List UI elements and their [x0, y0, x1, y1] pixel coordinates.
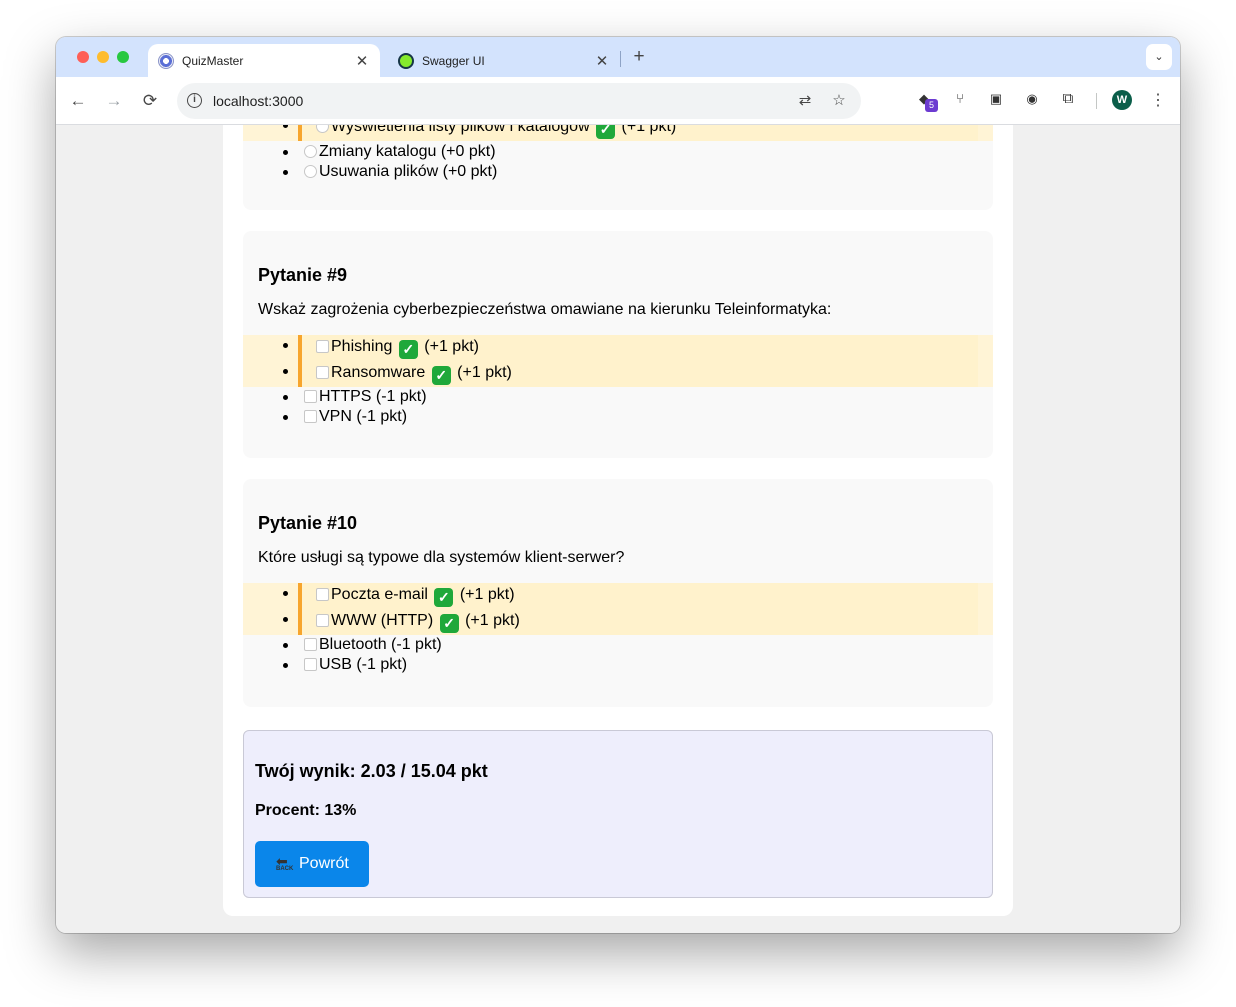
tab-title: QuizMaster	[182, 53, 244, 68]
score-text: Twój wynik: 2.03 / 15.04 pkt	[255, 761, 488, 781]
answer-text: Zmiany katalogu (+0 pkt)	[319, 143, 496, 160]
answer-item: WWW (HTTP) ✓ (+1 pkt)	[243, 609, 993, 635]
answer-item: Poczta e-mail ✓ (+1 pkt)	[243, 583, 993, 609]
tab-search-icon[interactable]: ⌄	[1146, 44, 1172, 70]
question-card-10: Pytanie #10 Które usługi są typowe dla s…	[243, 479, 993, 707]
reload-icon[interactable]: ⟳	[138, 89, 162, 113]
answer-points: (+1 pkt)	[621, 125, 677, 135]
question-title: Pytanie #9	[258, 265, 348, 285]
answer-text: Wyświetlenia listy plików i katalogów	[331, 125, 590, 135]
forward-icon[interactable]: →	[102, 89, 126, 113]
address-bar[interactable]: i localhost:3000 ⇄ ☆	[177, 83, 861, 119]
tab-divider	[620, 51, 621, 67]
answer-text: Poczta e-mail	[331, 586, 428, 603]
extensions-puzzle-icon[interactable]: ⧉	[1058, 89, 1078, 109]
answer-item: Bluetooth (-1 pkt)	[243, 635, 993, 655]
answer-checkbox[interactable]	[316, 366, 329, 379]
url-text[interactable]: localhost:3000	[213, 93, 303, 109]
menu-icon[interactable]: ⋮	[1148, 89, 1168, 113]
answer-item: VPN (-1 pkt)	[243, 407, 993, 427]
page-viewport: Wyświetlenia listy plików i katalogów ✓ …	[56, 125, 1180, 933]
minimize-window-button[interactable]	[97, 51, 109, 63]
extension-square-icon[interactable]: ▣	[986, 89, 1006, 109]
answer-radio[interactable]	[304, 145, 317, 158]
bookmark-star-icon[interactable]: ☆	[829, 91, 849, 111]
answer-points: (+1 pkt)	[459, 586, 515, 603]
ublock-shield-icon[interactable]	[878, 89, 898, 109]
back-icon[interactable]: ←	[66, 89, 90, 113]
check-icon: ✓	[596, 125, 616, 139]
quiz-results-container: Wyświetlenia listy plików i katalogów ✓ …	[223, 125, 1013, 916]
result-summary: Twój wynik: 2.03 / 15.04 pkt Procent: 13…	[243, 730, 993, 898]
question-text: Wskaż zagrożenia cyberbezpieczeństwa oma…	[258, 301, 832, 318]
correct-answer-marker	[298, 609, 302, 635]
answer-points: (+1 pkt)	[465, 612, 520, 629]
answer-radio[interactable]	[304, 165, 317, 178]
close-window-button[interactable]	[77, 51, 89, 63]
answer-points: (+1 pkt)	[457, 364, 512, 381]
quizmaster-favicon-icon	[158, 52, 174, 69]
answer-item: Zmiany katalogu (+0 pkt)	[243, 142, 993, 162]
browser-window: QuizMaster ✕ Swagger UI ✕ + ⌄ ← → ⟳ i lo…	[56, 37, 1180, 933]
question-text: Które usługi są typowe dla systemów klie…	[258, 549, 625, 566]
check-icon: ✓	[431, 366, 451, 385]
answer-text: WWW (HTTP)	[331, 612, 434, 629]
answer-checkbox[interactable]	[316, 588, 329, 601]
correct-answer-marker	[298, 361, 302, 387]
check-icon: ✓	[434, 588, 454, 607]
back-button-label: Powrót	[299, 855, 349, 872]
tab-quizmaster[interactable]: QuizMaster ✕	[148, 44, 380, 77]
correct-answer-marker	[298, 583, 302, 609]
answer-checkbox[interactable]	[304, 638, 317, 651]
answer-checkbox[interactable]	[304, 658, 317, 671]
site-info-icon[interactable]: i	[187, 93, 202, 108]
translate-icon[interactable]: ⇄	[795, 91, 815, 111]
extension-circle-icon[interactable]: ◉	[1022, 89, 1042, 109]
question-card-8: Wyświetlenia listy plików i katalogów ✓ …	[243, 125, 993, 210]
answer-item: HTTPS (-1 pkt)	[243, 387, 993, 407]
profile-avatar[interactable]: W	[1112, 90, 1132, 110]
answer-text: USB (-1 pkt)	[319, 656, 408, 673]
tab-bar: QuizMaster ✕ Swagger UI ✕ + ⌄	[56, 37, 1180, 77]
close-icon[interactable]: ✕	[592, 52, 612, 70]
tab-title: Swagger UI	[422, 53, 485, 68]
back-icon-label: BACK	[276, 866, 294, 872]
maximize-window-button[interactable]	[117, 51, 129, 63]
close-icon[interactable]: ✕	[352, 52, 372, 70]
answer-item: Phishing ✓ (+1 pkt)	[243, 335, 993, 361]
answer-checkbox[interactable]	[304, 410, 317, 423]
browser-toolbar: ← → ⟳ i localhost:3000 ⇄ ☆ ◆ 5 ⑂ ▣ ◉ ⧉ W …	[56, 77, 1180, 125]
answer-text: Ransomware	[331, 364, 426, 381]
answer-item: Usuwania plików (+0 pkt)	[243, 162, 993, 182]
check-icon: ✓	[439, 614, 459, 633]
answer-text: VPN (-1 pkt)	[319, 408, 408, 425]
answer-item: Wyświetlenia listy plików i katalogów ✓ …	[243, 125, 993, 141]
question-title: Pytanie #10	[258, 513, 358, 533]
answer-text: Bluetooth (-1 pkt)	[319, 636, 442, 653]
correct-answer-marker	[298, 335, 302, 361]
back-arrow-icon: ⬅ BACK	[276, 853, 294, 872]
answer-item: USB (-1 pkt)	[243, 655, 993, 675]
back-button[interactable]: ⬅ BACK Powrót	[255, 841, 369, 887]
extension-badge: 5	[925, 99, 938, 112]
extension-graduation-icon[interactable]: ◆ 5	[914, 89, 938, 112]
swagger-favicon-icon	[398, 52, 414, 69]
new-tab-icon[interactable]: +	[628, 47, 650, 69]
answer-checkbox[interactable]	[316, 340, 329, 353]
answer-text: Phishing	[331, 338, 393, 355]
tab-swagger-ui[interactable]: Swagger UI ✕	[388, 44, 620, 77]
answer-text: HTTPS (-1 pkt)	[319, 388, 427, 405]
answer-points: (+1 pkt)	[424, 338, 479, 355]
answer-text: Usuwania plików (+0 pkt)	[319, 163, 498, 180]
answer-checkbox[interactable]	[316, 614, 329, 627]
percent-text: Procent: 13%	[255, 802, 357, 819]
extension-fork-icon[interactable]: ⑂	[950, 89, 970, 109]
correct-answer-marker	[298, 125, 302, 141]
check-icon: ✓	[398, 340, 418, 359]
answer-item: Ransomware ✓ (+1 pkt)	[243, 361, 993, 387]
toolbar-divider	[1096, 93, 1097, 109]
answer-checkbox[interactable]	[304, 390, 317, 403]
question-card-9: Pytanie #9 Wskaż zagrożenia cyberbezpiec…	[243, 231, 993, 458]
